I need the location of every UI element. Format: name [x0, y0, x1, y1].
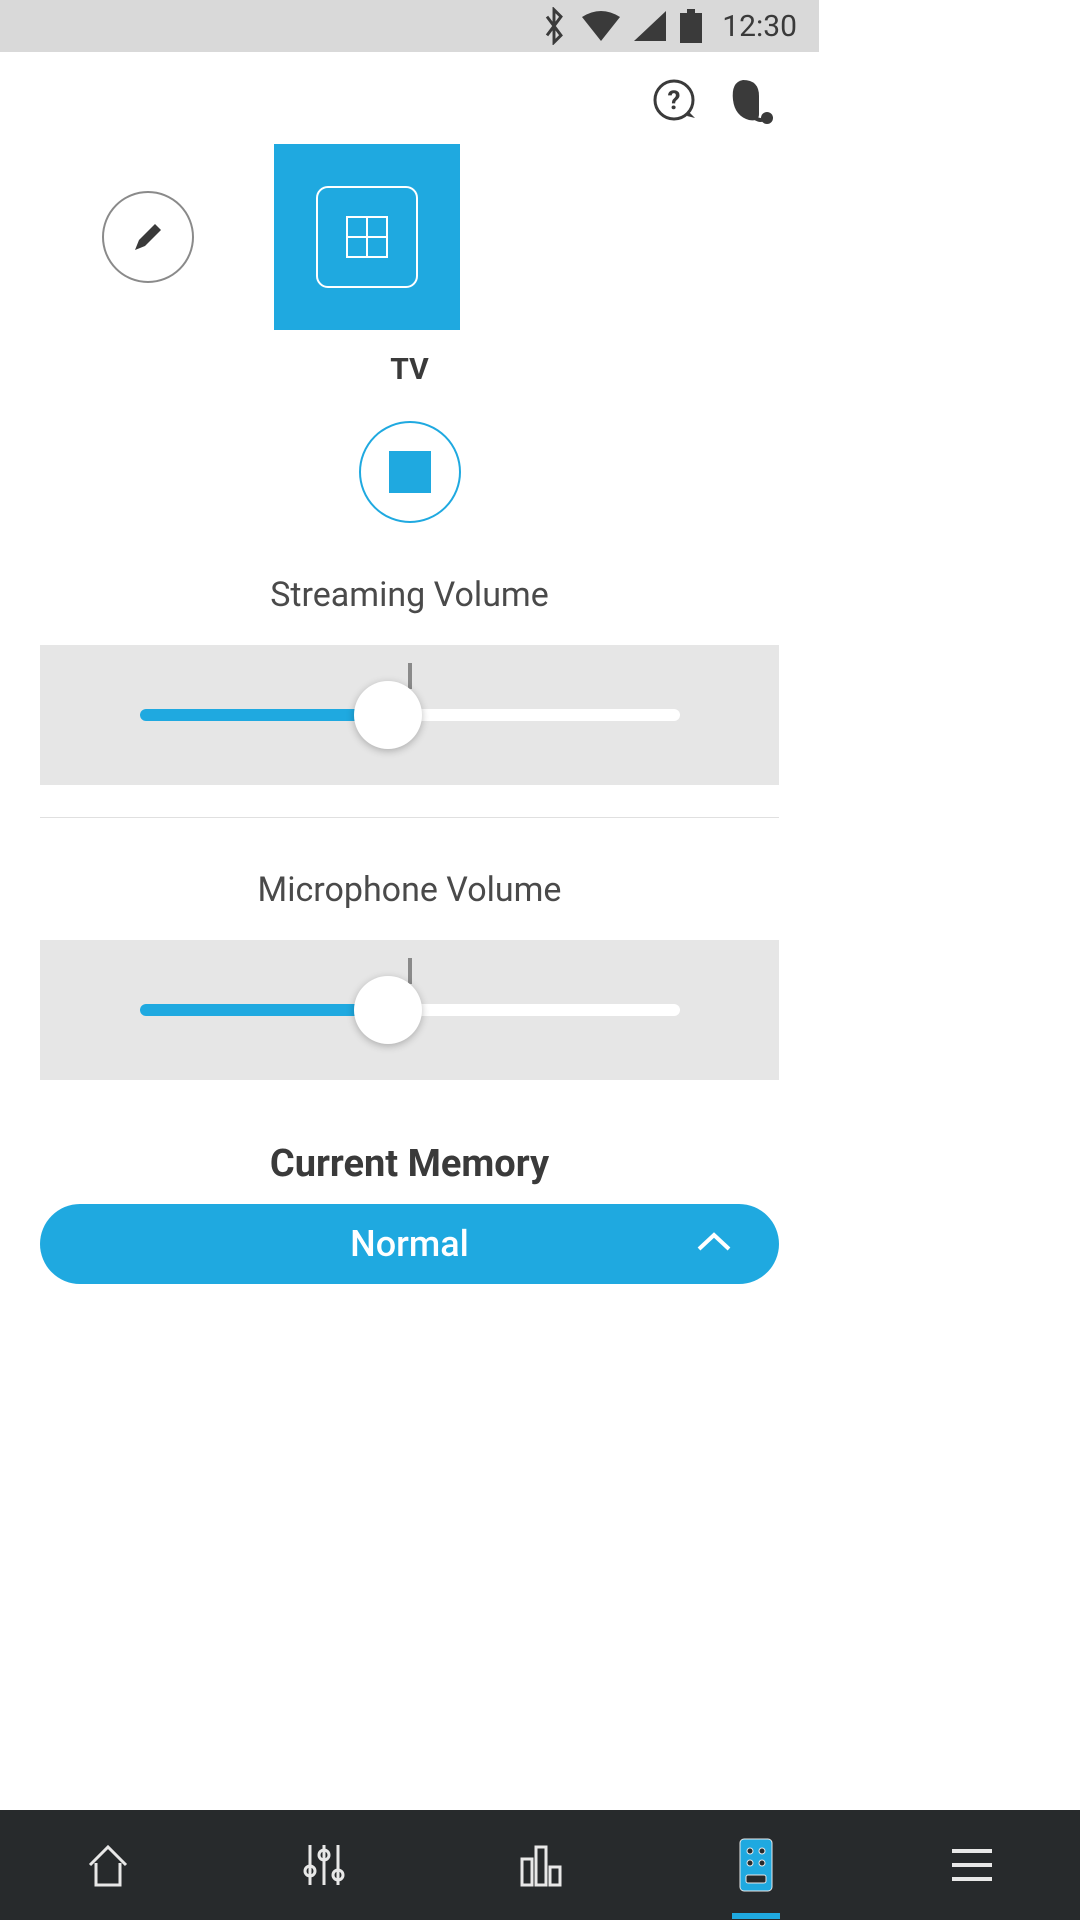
chevron-up-icon: [695, 1231, 733, 1257]
stop-streaming-button[interactable]: [359, 421, 461, 523]
tab-bar: [0, 1810, 1080, 1920]
memory-selector[interactable]: Normal: [40, 1204, 779, 1284]
bluetooth-icon: [540, 7, 568, 45]
header: ?: [0, 52, 819, 126]
svg-text:?: ?: [668, 86, 681, 116]
help-icon[interactable]: ?: [651, 78, 697, 124]
divider: [40, 817, 779, 818]
tab-active-indicator: [732, 1913, 780, 1919]
slider-thumb[interactable]: [354, 976, 422, 1044]
streaming-volume-title: Streaming Volume: [40, 575, 779, 615]
slider-fill: [140, 709, 388, 721]
remote-icon: [736, 1837, 776, 1893]
status-bar: 12:30: [0, 0, 819, 52]
slider-thumb[interactable]: [354, 681, 422, 749]
battery-icon: [680, 9, 702, 43]
program-label: TV: [40, 352, 779, 387]
slider-fill: [140, 1004, 388, 1016]
edit-button[interactable]: [102, 191, 194, 283]
tab-equalizer[interactable]: [500, 1825, 580, 1905]
tab-adjust[interactable]: [284, 1825, 364, 1905]
slider-default-tick: [408, 958, 412, 984]
main-content: TV Streaming Volume Microphone Volume Cu…: [0, 144, 819, 1284]
sliders-icon: [298, 1839, 350, 1891]
current-memory-title: Current Memory: [40, 1142, 779, 1186]
pencil-icon: [131, 220, 165, 254]
program-row: [40, 144, 779, 330]
tab-menu[interactable]: [932, 1825, 1012, 1905]
home-icon: [82, 1839, 134, 1891]
tab-accessories[interactable]: [716, 1825, 796, 1905]
streaming-volume-slider[interactable]: [40, 645, 779, 785]
program-tile-wrap: [274, 144, 460, 330]
status-time: 12:30: [722, 9, 797, 44]
wifi-icon: [582, 11, 620, 41]
slider-default-tick: [408, 663, 412, 689]
menu-icon: [948, 1847, 996, 1883]
microphone-volume-title: Microphone Volume: [40, 870, 779, 910]
bar-chart-icon: [514, 1839, 566, 1891]
microphone-volume-slider[interactable]: [40, 940, 779, 1080]
tab-home[interactable]: [68, 1825, 148, 1905]
program-tile-tv[interactable]: [274, 144, 460, 330]
stop-icon: [389, 451, 431, 493]
memory-selected-label: Normal: [350, 1223, 469, 1265]
cellular-icon: [634, 11, 666, 41]
tv-icon: [316, 186, 418, 288]
hearing-aid-icon[interactable]: [725, 76, 777, 126]
